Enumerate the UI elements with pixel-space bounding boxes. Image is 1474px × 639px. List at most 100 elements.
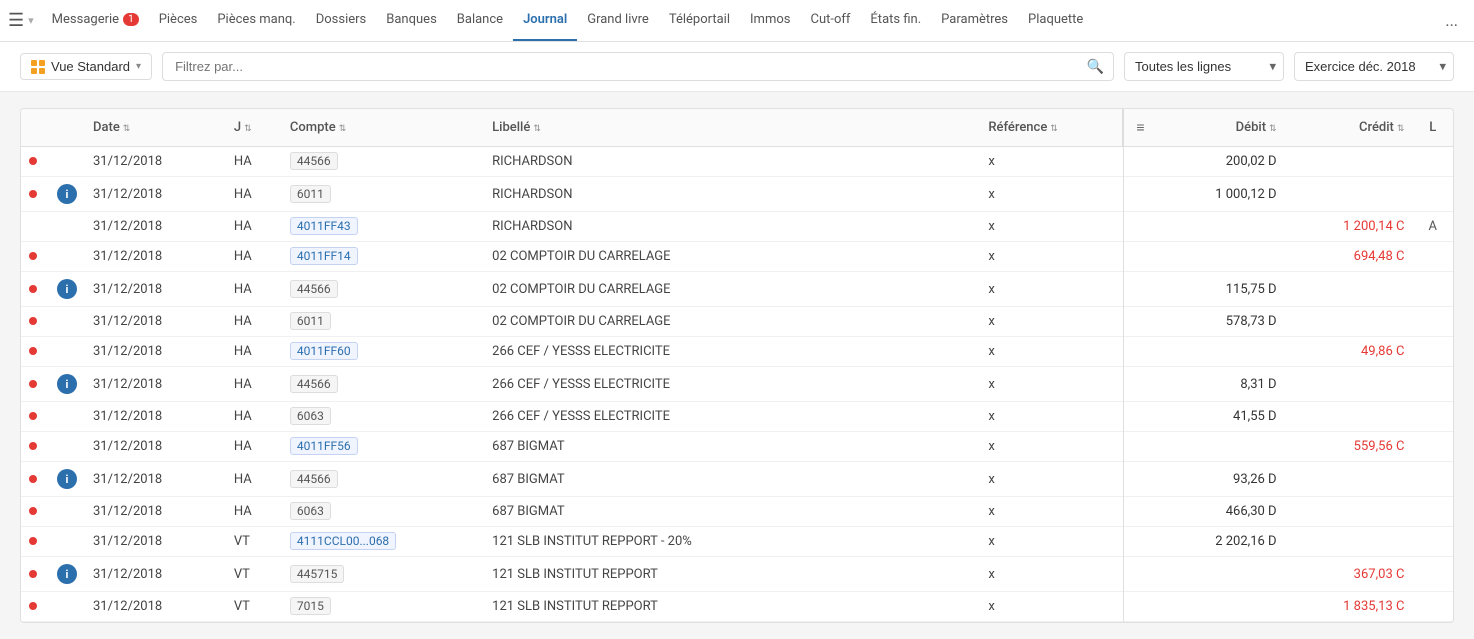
- account-cell[interactable]: 4111CCL00...068: [282, 527, 484, 557]
- account-cell[interactable]: 44566: [282, 462, 484, 497]
- red-dot-icon: [29, 347, 37, 355]
- info-cell: [49, 402, 85, 432]
- search-container: 🔍: [162, 52, 1114, 81]
- date-cell: 31/12/2018: [85, 307, 226, 337]
- nav-tab-pieces[interactable]: Pièces: [149, 0, 208, 41]
- label-cell: 02 COMPTOIR DU CARRELAGE: [484, 272, 980, 307]
- label-cell: 121 SLB INSTITUT REPPORT: [484, 557, 980, 592]
- nav-tab-etats-fin[interactable]: États fin.: [860, 0, 931, 41]
- account-tag[interactable]: 4011FF43: [290, 217, 358, 235]
- nav-tab-pieces-manq[interactable]: Pièces manq.: [207, 0, 305, 41]
- sort-icon-reference: ⇅: [1050, 124, 1058, 134]
- red-dot-icon: [29, 475, 37, 483]
- col-header-credit[interactable]: Crédit⇅: [1285, 109, 1413, 147]
- flag-cell: [21, 592, 49, 622]
- nav-tab-teleportail[interactable]: Téléportail: [659, 0, 740, 41]
- account-tag[interactable]: 44566: [290, 152, 338, 170]
- journal-code-cell: HA: [226, 272, 282, 307]
- account-tag[interactable]: 445715: [290, 565, 344, 583]
- journal-code-cell: HA: [226, 402, 282, 432]
- account-cell[interactable]: 4011FF56: [282, 432, 484, 462]
- view-select-button[interactable]: Vue Standard ▾: [20, 53, 152, 80]
- nav-tab-immos[interactable]: Immos: [740, 0, 800, 41]
- account-tag[interactable]: 44566: [290, 375, 338, 393]
- account-cell[interactable]: 7015: [282, 592, 484, 622]
- account-cell[interactable]: 4011FF14: [282, 242, 484, 272]
- col-header-date[interactable]: Date⇅: [85, 109, 226, 147]
- nav-tab-grand-livre[interactable]: Grand livre: [577, 0, 659, 41]
- date-cell: 31/12/2018: [85, 402, 226, 432]
- nav-tab-banques[interactable]: Banques: [376, 0, 447, 41]
- lines-filter-select[interactable]: Toutes les lignesLignes débitLignes créd…: [1124, 52, 1284, 81]
- account-tag[interactable]: 44566: [290, 470, 338, 488]
- account-cell[interactable]: 6063: [282, 402, 484, 432]
- nav-tab-balance[interactable]: Balance: [447, 0, 513, 41]
- nav-tab-dossiers[interactable]: Dossiers: [306, 0, 377, 41]
- nav-tab-plaquette[interactable]: Plaquette: [1018, 0, 1093, 41]
- col-header-l: L: [1412, 109, 1453, 147]
- date-cell: 31/12/2018: [85, 272, 226, 307]
- label-cell: 266 CEF / YESSS ELECTRICITE: [484, 367, 980, 402]
- credit-cell: 1 200,14 C: [1285, 212, 1413, 242]
- col-header-debit[interactable]: Débit⇅: [1157, 109, 1285, 147]
- nav-tab-cut-off[interactable]: Cut-off: [800, 0, 860, 41]
- account-cell[interactable]: 6011: [282, 307, 484, 337]
- table-row: 31/12/2018HA44566RICHARDSONx200,02 D: [21, 147, 1453, 177]
- debit-cell: [1157, 557, 1285, 592]
- account-cell[interactable]: 4011FF60: [282, 337, 484, 367]
- nav-tab-messagerie[interactable]: Messagerie1: [42, 0, 149, 41]
- letter-cell: [1412, 177, 1453, 212]
- account-tag[interactable]: 6063: [290, 407, 331, 425]
- account-cell[interactable]: 44566: [282, 147, 484, 177]
- account-cell[interactable]: 4011FF43: [282, 212, 484, 242]
- account-tag[interactable]: 4011FF60: [290, 342, 358, 360]
- account-cell[interactable]: 6011: [282, 177, 484, 212]
- filter-col-cell: [1123, 212, 1156, 242]
- account-cell[interactable]: 44566: [282, 272, 484, 307]
- reference-cell: x: [980, 242, 1123, 272]
- more-options-button[interactable]: ...: [1437, 11, 1466, 30]
- account-cell[interactable]: 445715: [282, 557, 484, 592]
- account-tag[interactable]: 6011: [290, 312, 331, 330]
- journal-code-cell: HA: [226, 432, 282, 462]
- nav-logo[interactable]: ☰ ▾: [8, 10, 34, 31]
- credit-cell: 367,03 C: [1285, 557, 1413, 592]
- info-icon[interactable]: i: [57, 564, 77, 584]
- account-tag[interactable]: 4011FF14: [290, 247, 358, 265]
- grid-icon: [31, 60, 45, 74]
- reference-cell: x: [980, 212, 1123, 242]
- nav-tab-journal[interactable]: Journal: [513, 0, 577, 41]
- letter-cell: [1412, 527, 1453, 557]
- account-cell[interactable]: 6063: [282, 497, 484, 527]
- info-icon[interactable]: i: [57, 469, 77, 489]
- red-dot-icon: [29, 380, 37, 388]
- col-header-compte[interactable]: Compte⇅: [282, 109, 484, 147]
- account-tag[interactable]: 6011: [290, 185, 331, 203]
- table-row: i31/12/2018HA44566266 CEF / YESSS ELECTR…: [21, 367, 1453, 402]
- period-filter-select[interactable]: Exercice déc. 2018Exercice nov. 2018Exer…: [1294, 52, 1454, 81]
- info-cell: [49, 212, 85, 242]
- nav-tab-parametres[interactable]: Paramètres: [931, 0, 1018, 41]
- info-icon[interactable]: i: [57, 279, 77, 299]
- filter-col-cell: [1123, 432, 1156, 462]
- journal-code-cell: HA: [226, 177, 282, 212]
- reference-cell: x: [980, 177, 1123, 212]
- red-dot-icon: [29, 570, 37, 578]
- account-tag[interactable]: 4011FF56: [290, 437, 358, 455]
- letter-cell: [1412, 147, 1453, 177]
- account-tag[interactable]: 44566: [290, 280, 338, 298]
- account-tag[interactable]: 6063: [290, 502, 331, 520]
- info-icon[interactable]: i: [57, 184, 77, 204]
- account-cell[interactable]: 44566: [282, 367, 484, 402]
- table-row: 31/12/2018HA4011FF1402 COMPTOIR DU CARRE…: [21, 242, 1453, 272]
- info-cell: i: [49, 462, 85, 497]
- col-header-libelle[interactable]: Libellé⇅: [484, 109, 980, 147]
- red-dot-icon: [29, 442, 37, 450]
- account-tag[interactable]: 4111CCL00...068: [290, 532, 396, 550]
- filter-input[interactable]: [162, 52, 1114, 81]
- col-header-j[interactable]: J⇅: [226, 109, 282, 147]
- account-tag[interactable]: 7015: [290, 597, 331, 615]
- col-header-reference[interactable]: Référence⇅: [980, 109, 1123, 147]
- info-icon[interactable]: i: [57, 374, 77, 394]
- column-filter-icon[interactable]: ≡: [1132, 120, 1148, 136]
